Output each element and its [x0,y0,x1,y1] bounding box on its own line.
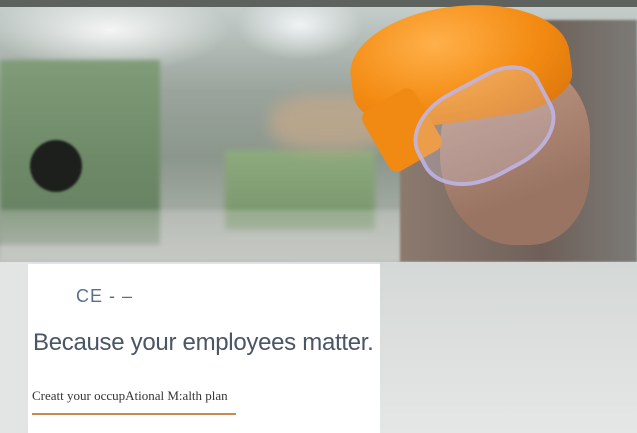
machine-opening [30,140,82,192]
create-plan-link[interactable]: Creatt your occupAtional M:alth plan [32,388,228,404]
content-card: CE - – Because your employees matter. Cr… [28,264,380,433]
accent-divider [32,413,236,415]
background-floor [0,210,420,262]
headline: Because your employees matter. [33,329,374,356]
lower-background-right [380,262,637,433]
top-strip [0,0,637,7]
hero-image [0,0,637,262]
brand-logo: CE - – [76,286,134,306]
